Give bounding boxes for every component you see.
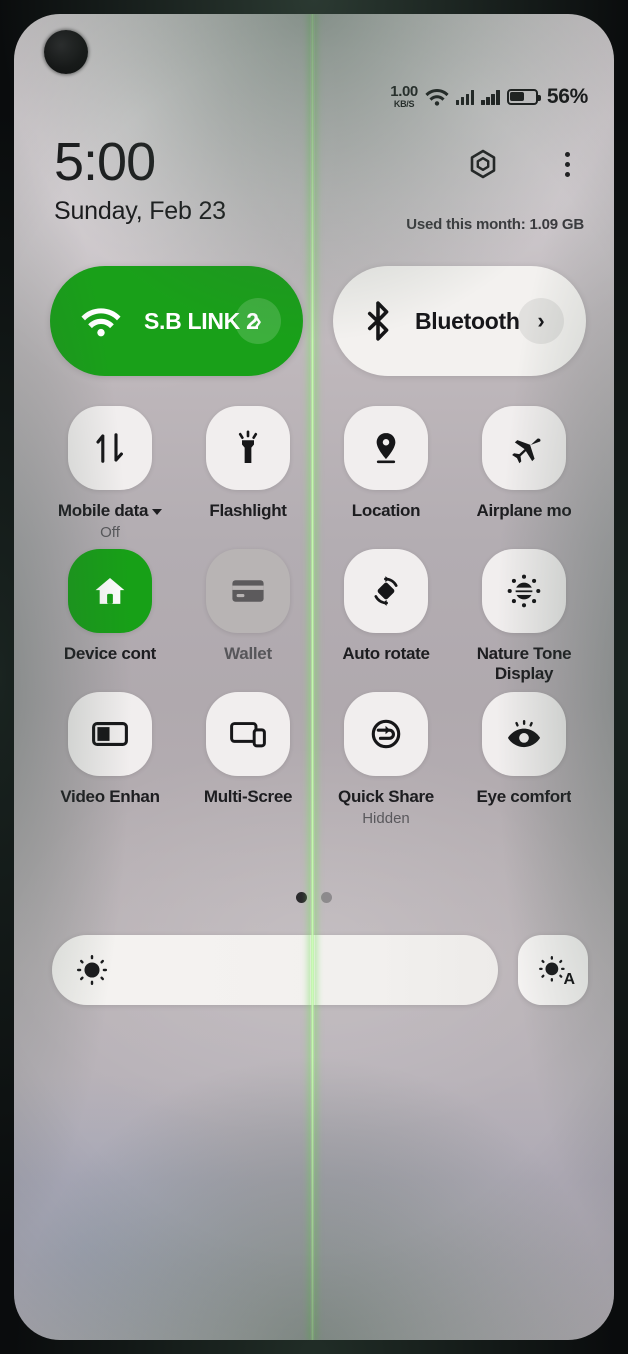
tile-airplane-mode[interactable]: Airplane mo — [458, 406, 590, 541]
front-camera-punch-hole — [44, 30, 88, 74]
location-pin-icon — [370, 430, 402, 466]
tile-nature-tone-display[interactable]: Nature Tone Display — [458, 549, 590, 684]
phone-screen: 1.00 KB/S 56% 5:00 Sunday, Feb 23 Used t… — [14, 14, 614, 1340]
tile-label-eye-comfort: Eye comfort — [476, 787, 572, 807]
tile-icon-wrap[interactable] — [68, 549, 152, 634]
tile-icon-wrap[interactable] — [344, 549, 428, 634]
brightness-sun-icon — [75, 953, 109, 987]
tile-wallet[interactable]: Wallet — [182, 549, 314, 684]
tile-icon-wrap[interactable] — [206, 406, 290, 490]
home-icon — [92, 574, 128, 608]
tile-label-quick-share: Quick Share — [338, 787, 434, 807]
wifi-icon — [425, 87, 449, 106]
signal-bars-icon — [481, 89, 500, 105]
battery-percent-label: 56% — [546, 84, 588, 108]
auto-brightness-label: A — [563, 971, 575, 988]
data-usage-label: Used this month: 1.09 GB — [406, 216, 584, 233]
auto-brightness-button[interactable]: A — [518, 935, 588, 1005]
tile-sub-quick-share: Hidden — [362, 810, 410, 828]
network-speed-value: 1.00 — [390, 83, 418, 100]
tile-icon-wrap[interactable] — [482, 406, 566, 490]
chevron-right-icon[interactable]: › — [518, 298, 564, 344]
tile-device-control[interactable]: Device cont — [44, 549, 176, 684]
tile-label-mobile-data: Mobile data — [57, 501, 149, 520]
network-speed-unit: KB/S — [393, 99, 415, 109]
bluetooth-label: Bluetooth — [415, 307, 520, 334]
clock-time: 5:00 — [54, 132, 156, 192]
tile-multi-screen[interactable]: Multi-Scree — [182, 692, 314, 827]
battery-icon — [506, 88, 541, 105]
chevron-right-icon[interactable]: › — [235, 298, 281, 344]
tile-video-enhancer[interactable]: Video Enhan — [44, 692, 176, 827]
tile-flashlight[interactable]: Flashlight — [182, 406, 314, 541]
tile-icon-wrap[interactable] — [68, 406, 152, 490]
tile-label-video-enhancer: Video Enhan — [60, 787, 160, 807]
quick-share-icon — [368, 716, 404, 752]
settings-button[interactable] — [466, 147, 500, 181]
clock-block: 5:00 Sunday, Feb 23 — [54, 132, 226, 226]
wifi-tile[interactable]: S.B LINK 2 › — [50, 266, 303, 376]
bluetooth-tile[interactable]: Bluetooth › — [333, 266, 586, 376]
gear-icon — [467, 148, 499, 180]
tile-label-device-control: Device cont — [63, 644, 157, 664]
tile-label-wallet: Wallet — [224, 644, 272, 664]
page-dot-inactive[interactable] — [321, 892, 332, 903]
tile-icon-wrap[interactable] — [206, 692, 290, 777]
flashlight-icon — [232, 430, 264, 466]
chevron-down-icon[interactable] — [152, 508, 163, 515]
tile-auto-rotate[interactable]: Auto rotate — [320, 549, 452, 684]
tile-icon-wrap[interactable] — [68, 692, 152, 777]
tile-icon-wrap[interactable] — [344, 692, 428, 777]
page-dot-active[interactable] — [296, 892, 307, 903]
network-speed-indicator: 1.00 KB/S — [390, 84, 418, 109]
wifi-icon — [80, 305, 122, 337]
tile-label-airplane-mode: Airplane mo — [476, 501, 572, 520]
page-indicator[interactable] — [14, 892, 614, 903]
mobile-data-icon — [92, 430, 128, 466]
tile-icon-wrap[interactable] — [482, 692, 566, 777]
card-icon — [230, 576, 266, 606]
tile-mobile-data[interactable]: Mobile data Off — [44, 406, 176, 541]
tile-icon-wrap[interactable] — [344, 406, 428, 490]
bluetooth-icon — [363, 301, 393, 341]
sun-rays-icon — [506, 573, 542, 609]
quick-tiles-grid: Mobile data Off Flashlight Location Airp… — [44, 406, 590, 827]
header-actions — [466, 147, 584, 181]
clock-date: Sunday, Feb 23 — [54, 196, 226, 225]
tile-eye-comfort[interactable]: Eye comfort — [458, 692, 590, 827]
connectivity-pills: S.B LINK 2 › Bluetooth › — [50, 266, 586, 376]
quick-settings-panel: 1.00 KB/S 56% 5:00 Sunday, Feb 23 Used t… — [14, 14, 614, 1340]
status-bar: 1.00 KB/S 56% — [390, 84, 588, 109]
tile-location[interactable]: Location — [320, 406, 452, 541]
brightness-row: A — [52, 935, 588, 1005]
overflow-menu-button[interactable] — [550, 147, 584, 181]
tile-icon-wrap[interactable] — [482, 549, 566, 634]
kebab-menu-icon — [564, 151, 570, 177]
signal-bars-icon — [455, 89, 475, 105]
tile-label-location: Location — [351, 501, 421, 520]
tile-quick-share[interactable]: Quick Share Hidden — [320, 692, 452, 827]
tile-icon-wrap[interactable] — [206, 549, 290, 634]
eye-icon — [505, 718, 543, 750]
tile-label-nature-tone-display: Nature Tone Display — [476, 644, 572, 684]
tile-label-flashlight: Flashlight — [209, 501, 287, 520]
brightness-slider[interactable] — [52, 935, 498, 1005]
tile-label-auto-rotate: Auto rotate — [342, 644, 430, 664]
tile-label-multi-screen: Multi-Scree — [203, 787, 293, 807]
tile-sub-mobile-data: Off — [100, 524, 120, 542]
airplane-icon — [505, 431, 543, 465]
phone-device: 1.00 KB/S 56% 5:00 Sunday, Feb 23 Used t… — [0, 0, 628, 1354]
auto-rotate-icon — [368, 573, 404, 609]
video-enhancer-icon — [91, 719, 129, 749]
multi-screen-icon — [229, 718, 267, 750]
